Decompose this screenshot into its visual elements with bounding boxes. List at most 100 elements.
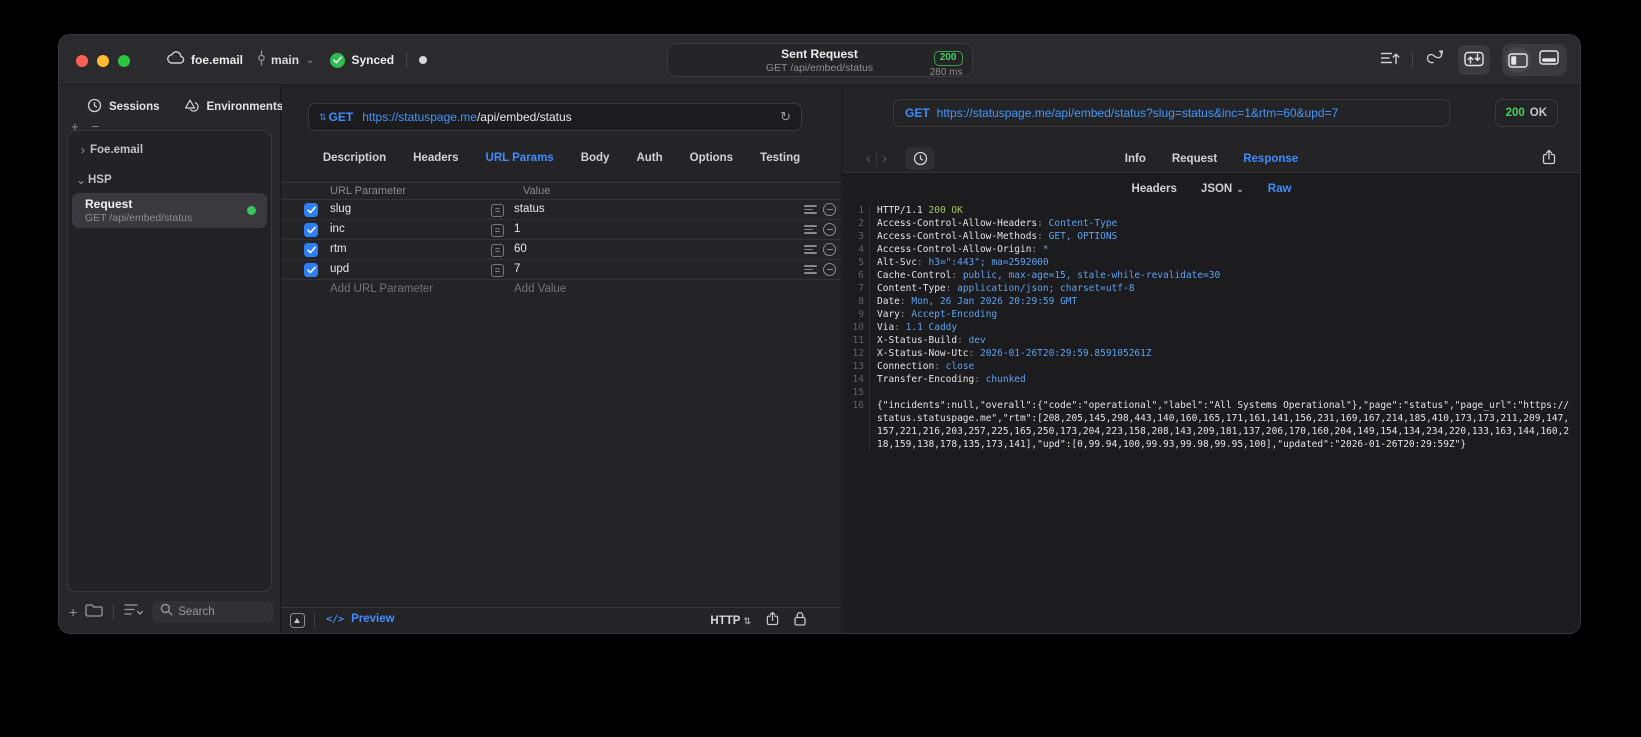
sync-status-label[interactable]: Synced	[351, 53, 394, 67]
subtab-headers[interactable]: Headers	[1132, 183, 1177, 195]
remove-param-icon[interactable]	[823, 243, 836, 256]
tab-environments[interactable]: Environments	[184, 98, 283, 116]
tab-info[interactable]: Info	[1125, 153, 1146, 165]
tab-headers[interactable]: Headers	[413, 152, 458, 164]
raw-response-view[interactable]: 1 HTTP/1.1 200 OK 2 Access-Control-Allow-He…	[843, 204, 1574, 629]
param-value[interactable]: status	[514, 203, 545, 215]
add-param-row[interactable]: Add URL Parameter Add Value	[282, 280, 841, 299]
project-name[interactable]: foe.email	[191, 53, 243, 67]
param-row-slug: slug = status	[282, 200, 841, 220]
sent-request-subtitle: GET /api/embed/status	[765, 62, 874, 74]
preview-button[interactable]: </> Preview	[326, 613, 395, 625]
tab-body[interactable]: Body	[581, 152, 610, 164]
new-request-button[interactable]: +	[69, 605, 77, 619]
export-response-icon[interactable]	[1542, 149, 1556, 170]
tab-body-label: Body	[580, 152, 610, 164]
response-status-text: OK	[1529, 107, 1547, 119]
param-enabled-checkbox[interactable]	[304, 223, 318, 237]
tab-description[interactable]: Description	[323, 152, 386, 164]
lock-icon[interactable]	[794, 611, 806, 631]
param-enabled-checkbox[interactable]	[304, 243, 318, 257]
row-format-icon[interactable]	[804, 245, 817, 254]
tree-group-foe-email[interactable]: › Foe.email	[68, 141, 271, 158]
reorder-lines-icon[interactable]	[1380, 50, 1400, 71]
row-format-icon[interactable]	[804, 205, 817, 214]
view-options-icon[interactable]	[124, 603, 144, 621]
footer-separator	[113, 605, 115, 619]
column-header-value: Value	[523, 185, 551, 197]
tab-response[interactable]: Response	[1243, 153, 1298, 165]
subtab-json[interactable]: JSON ⌄	[1201, 183, 1244, 195]
method-stepper-icon[interactable]: ⇅	[319, 112, 327, 123]
search-field[interactable]	[152, 601, 274, 623]
sidebar-item-request[interactable]: Request GET /api/embed/status	[72, 193, 267, 228]
add-param-value-placeholder[interactable]: Add Value	[514, 283, 566, 295]
tab-sessions[interactable]: Sessions	[87, 98, 160, 116]
sent-request-url-box[interactable]: GET https://statuspage.me/api/embed/stat…	[893, 99, 1450, 127]
flow-loop-icon[interactable]	[1425, 49, 1446, 71]
share-icon[interactable]	[766, 611, 779, 631]
param-row-rtm: rtm = 60	[282, 240, 841, 260]
line-number: 3	[843, 230, 870, 243]
toolbar-separator	[1412, 52, 1413, 68]
tab-auth[interactable]: Auth	[636, 152, 662, 164]
protocol-selector[interactable]: HTTP ⇅	[710, 615, 751, 627]
tab-options[interactable]: Options	[690, 152, 733, 164]
search-input[interactable]	[178, 606, 266, 618]
sent-request-pill[interactable]: Sent Request GET /api/embed/status 200 2…	[666, 43, 973, 78]
row-format-icon[interactable]	[804, 265, 817, 274]
param-value[interactable]: 60	[514, 243, 527, 255]
response-tabs: Info Request Response	[843, 145, 1580, 172]
toggle-sidebar-button[interactable]	[1505, 47, 1531, 73]
branch-icon	[257, 50, 266, 71]
chevron-right-icon: ›	[81, 142, 85, 157]
param-name[interactable]: slug	[330, 203, 351, 215]
row-format-icon[interactable]	[804, 225, 817, 234]
add-param-name-placeholder[interactable]: Add URL Parameter	[330, 283, 433, 295]
param-name[interactable]: upd	[330, 263, 349, 275]
remove-param-icon[interactable]	[823, 223, 836, 236]
code-token: *	[1042, 244, 1049, 255]
branch-selector[interactable]: main	[271, 53, 299, 67]
remove-param-icon[interactable]	[823, 263, 836, 276]
param-enabled-checkbox[interactable]	[304, 263, 318, 277]
code-token: Access-Control-Allow-Methods	[877, 231, 1038, 242]
equals-icon: =	[491, 203, 504, 217]
tab-description-label: Description	[322, 152, 387, 164]
tree-group-hsp[interactable]: ⌄ HSP	[68, 171, 271, 188]
remove-param-icon[interactable]	[823, 203, 836, 216]
code-line-14: 14 Transfer-Encoding: chunked	[843, 373, 1574, 386]
code-line-6: 6 Cache-Control: public, max-age=15, stal…	[843, 269, 1574, 282]
column-header-name: URL Parameter	[330, 185, 407, 197]
zoom-window-button[interactable]	[118, 55, 130, 67]
new-folder-icon[interactable]	[85, 603, 103, 622]
line-number: 11	[843, 334, 870, 347]
subtab-headers-label: Headers	[1131, 183, 1177, 195]
resend-request-icon[interactable]: ↻	[780, 109, 791, 125]
param-value[interactable]: 1	[514, 223, 520, 235]
tab-url-params[interactable]: URL Params	[486, 152, 554, 164]
tab-response-label: Response	[1243, 152, 1299, 165]
line-number: 1	[843, 204, 870, 217]
tab-request[interactable]: Request	[1172, 153, 1217, 165]
code-token: Mon, 26 Jan 2026 20:29:59 GMT	[911, 296, 1078, 307]
status-code-badge: 200	[933, 51, 963, 66]
code-token: X-Status-Now-Utc	[877, 348, 969, 359]
param-value[interactable]: 7	[514, 263, 520, 275]
import-export-button[interactable]	[1458, 45, 1490, 75]
method-label[interactable]: GET	[329, 110, 354, 124]
equals-icon: =	[491, 243, 504, 257]
code-token: Alt-Svc	[877, 257, 918, 268]
toggle-bottom-panel-button[interactable]	[1539, 50, 1559, 70]
subtab-raw[interactable]: Raw	[1268, 183, 1292, 195]
param-name[interactable]: inc	[330, 223, 345, 235]
editor-toggle-icon[interactable]	[290, 613, 305, 628]
param-name[interactable]: rtm	[330, 243, 347, 255]
close-window-button[interactable]	[76, 55, 88, 67]
url-path: /api/embed/status	[476, 110, 572, 124]
line-number: 7	[843, 282, 870, 295]
tab-testing[interactable]: Testing	[760, 152, 800, 164]
request-url-field[interactable]: ⇅ GET https://statuspage.me /api/embed/s…	[308, 103, 802, 131]
minimize-window-button[interactable]	[97, 55, 109, 67]
param-enabled-checkbox[interactable]	[304, 203, 318, 217]
